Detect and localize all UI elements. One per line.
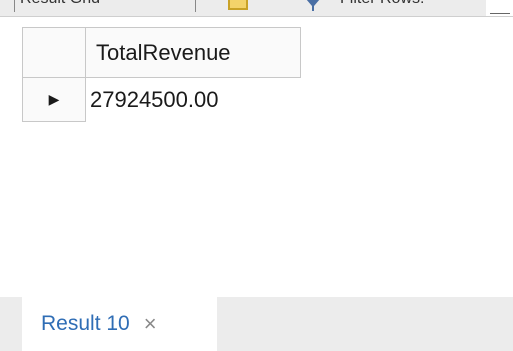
result-toolbar: Result Grid Filter Rows: (0, 0, 513, 17)
table-row[interactable]: ▶ 27924500.00 (22, 77, 301, 122)
filter-input[interactable] (486, 0, 513, 16)
tab-result-10[interactable]: Result 10 × (22, 297, 217, 351)
grid-view-icon[interactable] (228, 0, 248, 10)
result-tab-strip: Result 10 × (0, 297, 513, 351)
grid-corner-cell[interactable] (22, 27, 86, 78)
column-header-totalrevenue[interactable]: TotalRevenue (85, 27, 301, 78)
filter-icon[interactable] (305, 0, 321, 11)
result-grid-label[interactable]: Result Grid (20, 0, 100, 8)
toolbar-divider (195, 0, 196, 12)
table-cell[interactable]: 27924500.00 (86, 78, 301, 122)
result-panel: Result Grid Filter Rows: TotalRevenue ▶ … (0, 0, 513, 351)
tab-label: Result 10 (41, 312, 130, 335)
row-indicator-icon[interactable]: ▶ (22, 77, 86, 122)
toolbar-divider (14, 0, 15, 12)
grid-header-row: TotalRevenue (22, 27, 301, 78)
result-grid: TotalRevenue ▶ 27924500.00 (22, 27, 301, 122)
close-icon[interactable]: × (144, 313, 157, 335)
filter-rows-label: Filter Rows: (340, 0, 424, 8)
